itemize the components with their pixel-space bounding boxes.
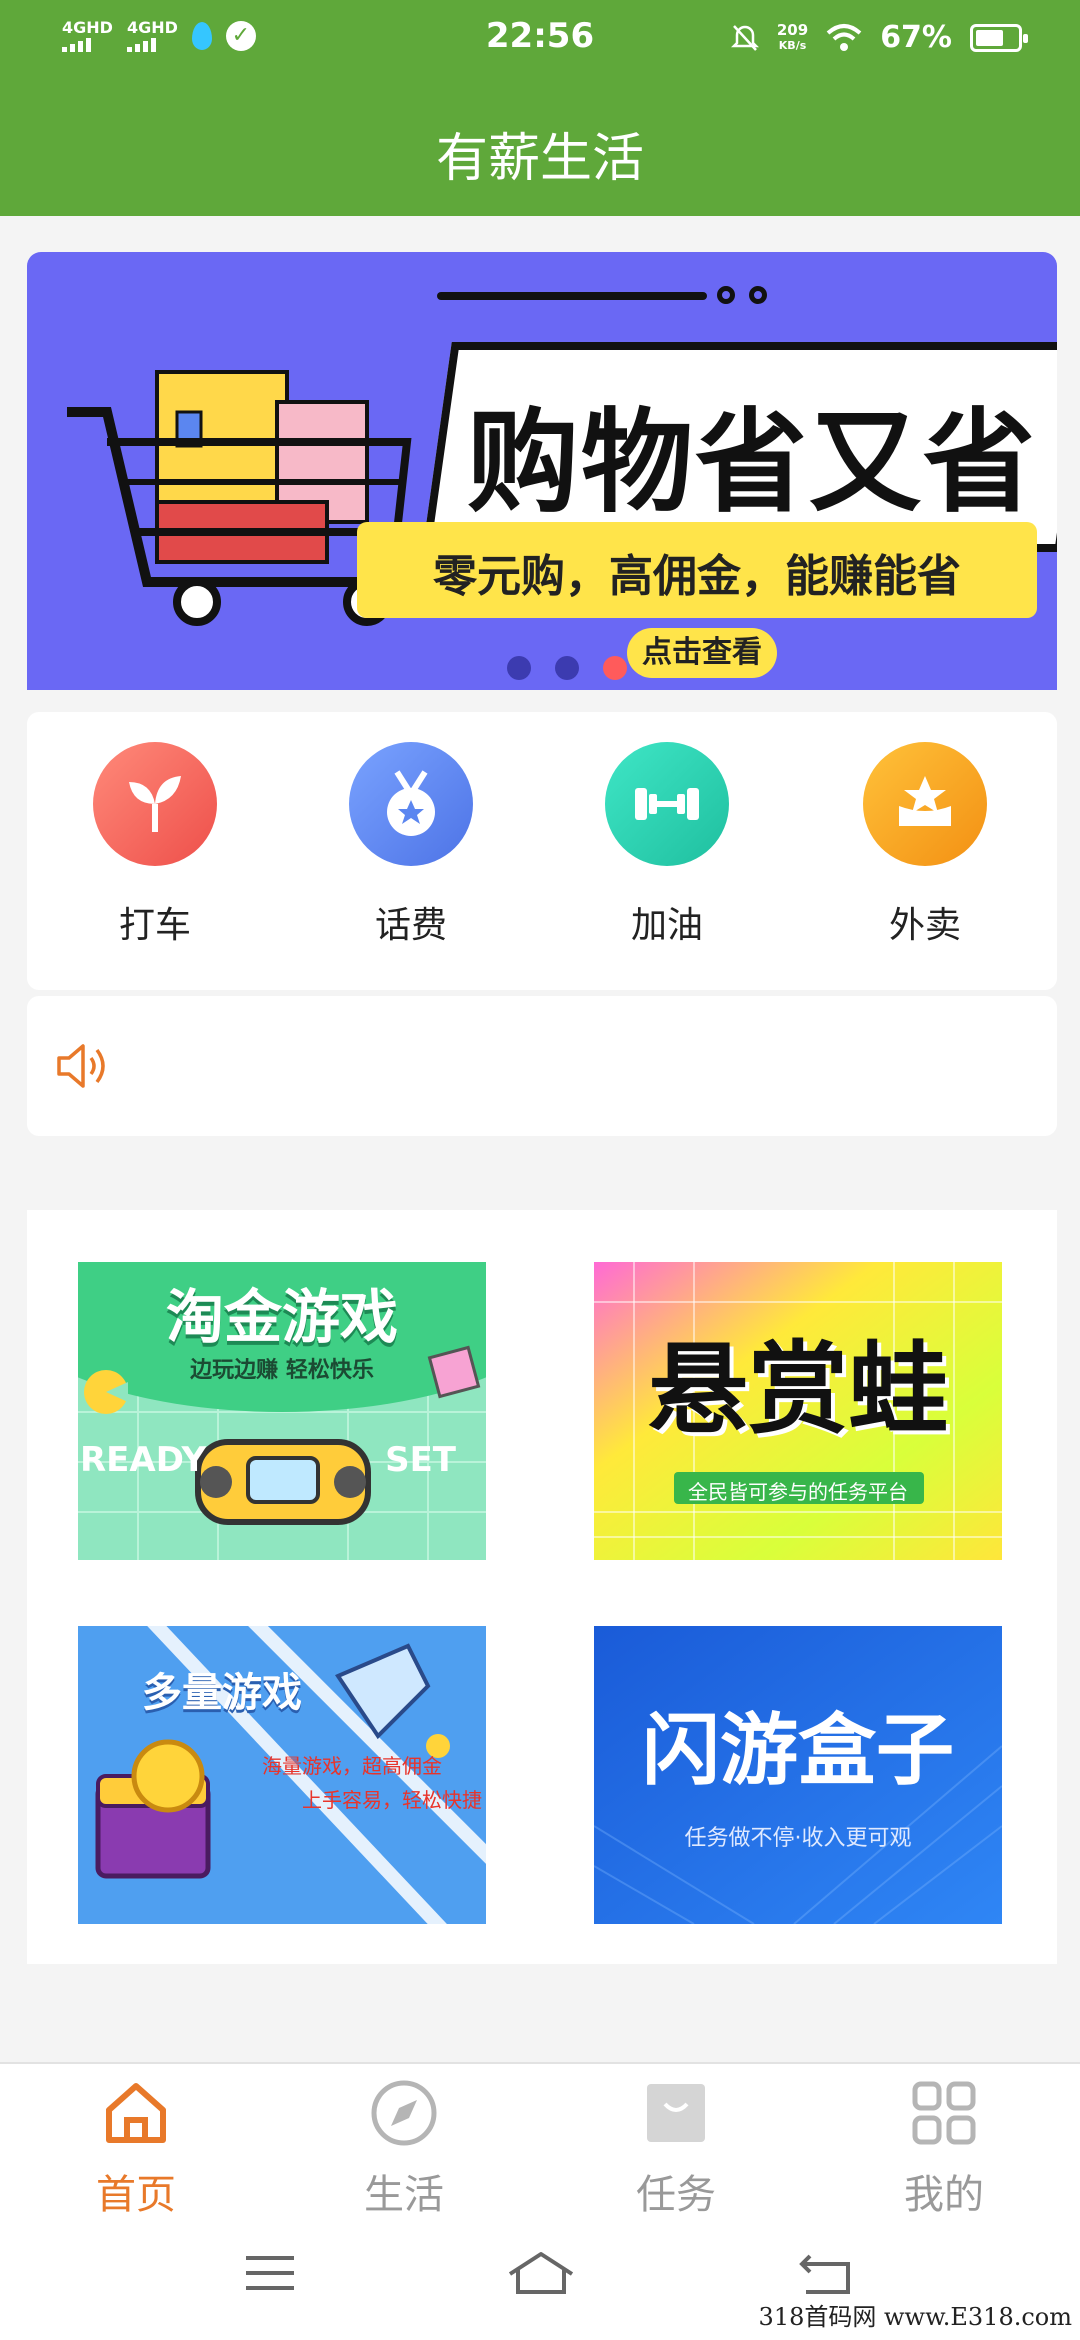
games-grid: 淘金游戏 边玩边赚 轻松快乐 READY SET 悬赏蛙 全民皆可参与的任务平台 — [27, 1196, 1057, 1964]
notice-bar[interactable] — [27, 996, 1057, 1136]
star-badge-icon — [863, 742, 987, 866]
compass-icon — [371, 2080, 437, 2146]
quick-action-phone-bill[interactable]: 话费 — [311, 742, 511, 948]
carousel-dot[interactable] — [507, 656, 531, 680]
game-title: 闪游盒子 — [641, 1706, 954, 1796]
net-speed: 209 KB/s — [776, 20, 809, 53]
game-subtitle: 海量游戏，超高佣金 — [262, 1754, 442, 1778]
sprout-icon — [93, 742, 217, 866]
status-right: 209 KB/s 67% — [730, 20, 1028, 55]
quick-actions: 打车 话费 加油 外卖 — [27, 712, 1057, 990]
menu-icon[interactable] — [240, 2248, 300, 2298]
mute-bell-icon — [730, 24, 759, 51]
quick-action-label: 打车 — [118, 905, 191, 946]
battery-icon — [970, 23, 1028, 52]
banner-deco-ring — [717, 286, 735, 304]
status-bar: 4GHD 4GHD ✓ 22:56 209 KB/s 67% — [0, 0, 1080, 80]
nav-item-mine[interactable]: 我的 — [844, 2078, 1044, 2220]
system-nav-bar: 318首码网 www.E318.com — [0, 2212, 1080, 2340]
quick-action-taxi[interactable]: 打车 — [55, 742, 255, 948]
game-title: 淘金游戏 — [165, 1283, 398, 1351]
nav-item-tasks[interactable]: 任务 — [576, 2078, 776, 2220]
game-card-xuanshangwa[interactable]: 悬赏蛙 全民皆可参与的任务平台 — [594, 1262, 1002, 1560]
game-subtitle: 任务做不停·收入更可观 — [684, 1826, 912, 1851]
back-icon[interactable] — [796, 2248, 856, 2298]
banner-title: 购物省又省 — [467, 398, 1037, 528]
quick-action-takeout[interactable]: 外卖 — [825, 742, 1025, 948]
banner-subtitle: 零元购，高佣金，能赚能省 — [433, 551, 961, 602]
bag-icon — [647, 2084, 705, 2142]
game-subtitle-2: 上手容易，轻松快捷 — [302, 1788, 482, 1812]
game-title: 悬赏蛙 — [648, 1331, 948, 1448]
game-card-shanyou[interactable]: 闪游盒子 任务做不停·收入更可观 — [594, 1626, 1002, 1924]
grid-icon — [912, 2081, 976, 2145]
quick-action-fuel[interactable]: 加油 — [567, 742, 767, 948]
carousel-dot[interactable] — [555, 656, 579, 680]
home-nav-icon[interactable] — [506, 2248, 576, 2298]
promo-banner[interactable]: 购物省又省 零元购，高佣金，能赚能省 点击查看 — [27, 252, 1057, 690]
banner-deco-line — [437, 292, 707, 300]
game-subtitle: 全民皆可参与的任务平台 — [688, 1480, 908, 1504]
app-header: 有薪生活 — [0, 80, 1080, 216]
bottom-nav: 首页 生活 任务 我的 — [0, 2062, 1080, 2218]
speaker-icon — [57, 1044, 105, 1088]
carousel-dots — [507, 656, 627, 680]
medal-icon — [349, 742, 473, 866]
dumbbell-icon — [605, 742, 729, 866]
carousel-dot-active[interactable] — [603, 656, 627, 680]
nav-item-life[interactable]: 生活 — [304, 2078, 504, 2220]
game-set-text: SET — [385, 1440, 456, 1480]
nav-item-home[interactable]: 首页 — [36, 2078, 236, 2220]
game-title: 多量游戏 — [142, 1670, 302, 1716]
quick-action-label: 加油 — [630, 905, 703, 946]
quick-action-label: 外卖 — [888, 905, 961, 946]
net-speed-unit: KB/s — [778, 38, 807, 52]
game-card-duoliang[interactable]: 多量游戏 海量游戏，超高佣金 上手容易，轻松快捷 — [78, 1626, 486, 1924]
battery-percent: 67% — [880, 20, 952, 55]
wifi-icon — [826, 23, 862, 51]
home-icon — [106, 2083, 166, 2143]
banner-cta-button[interactable]: 点击查看 — [627, 628, 777, 678]
page-title: 有薪生活 — [435, 129, 644, 189]
net-speed-value: 209 — [776, 20, 809, 39]
watermark-text: 318首码网 www.E318.com — [758, 2303, 1072, 2331]
game-subtitle: 边玩边赚 轻松快乐 — [190, 1358, 374, 1383]
game-card-taojin[interactable]: 淘金游戏 边玩边赚 轻松快乐 READY SET — [78, 1262, 486, 1560]
quick-action-label: 话费 — [374, 905, 447, 946]
game-ready-text: READY — [80, 1440, 207, 1480]
banner-deco-ring — [749, 286, 767, 304]
